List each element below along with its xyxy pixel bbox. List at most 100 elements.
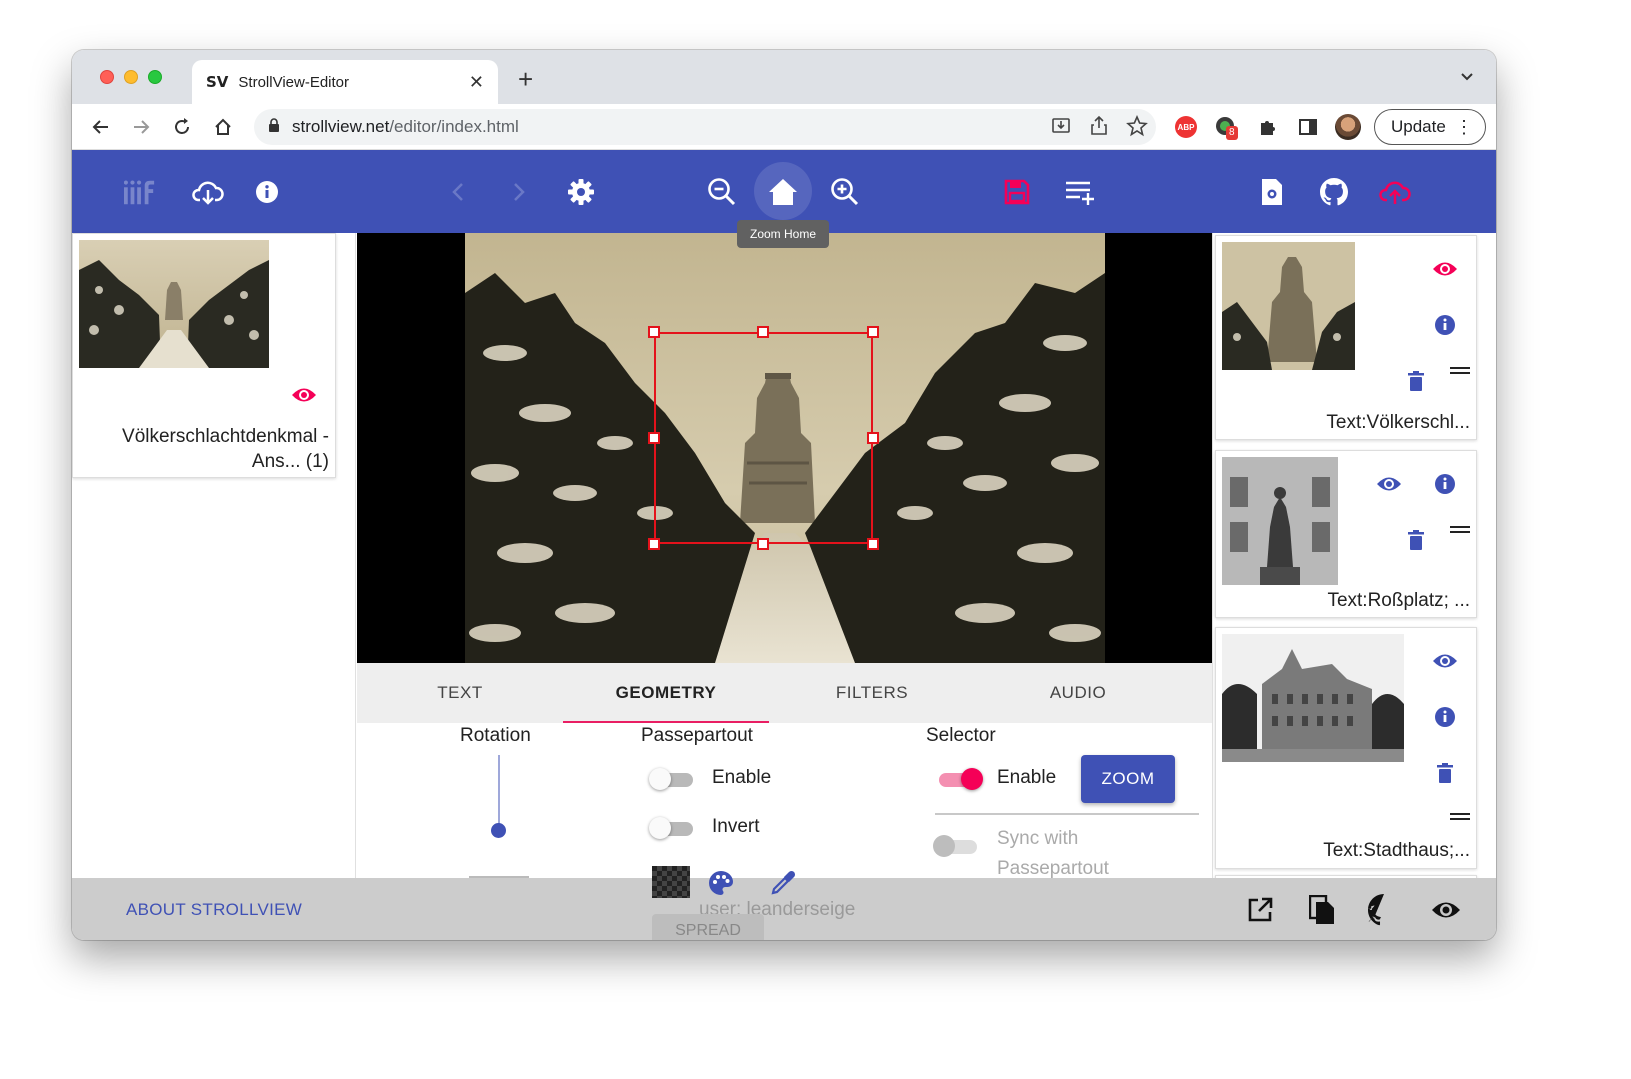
save-icon[interactable]: [1001, 176, 1033, 208]
delete-icon[interactable]: [1403, 368, 1429, 394]
text-list-panel: Text:Völkerschl... Text:Roßplatz; ... Te…: [1212, 233, 1496, 878]
home-nav-icon[interactable]: [210, 114, 236, 140]
close-window-button[interactable]: [100, 70, 114, 84]
spread-button[interactable]: SPREAD: [652, 914, 764, 940]
info-icon[interactable]: [1432, 704, 1458, 730]
text-card-label: Text:Stadthaus;...: [1323, 840, 1470, 861]
rotation-slider-thumb[interactable]: [491, 823, 506, 838]
visibility-eye-icon[interactable]: [1376, 471, 1402, 497]
passepartout-enable-label: Enable: [712, 767, 772, 788]
install-icon[interactable]: [1050, 115, 1072, 142]
extension-badge: 8: [1226, 126, 1238, 140]
tab-audio[interactable]: AUDIO: [975, 663, 1181, 723]
resize-handle[interactable]: [648, 538, 660, 550]
resize-handle[interactable]: [867, 432, 879, 444]
cloud-upload-icon[interactable]: [1379, 176, 1411, 208]
info-icon[interactable]: [1432, 312, 1458, 338]
playlist-add-icon[interactable]: [1063, 176, 1095, 208]
info-icon[interactable]: [1432, 471, 1458, 497]
settings-file-icon[interactable]: [1256, 176, 1288, 208]
resize-handle[interactable]: [648, 432, 660, 444]
share-icon[interactable]: [1088, 115, 1110, 142]
minimize-window-button[interactable]: [124, 70, 138, 84]
extension-colorful-icon[interactable]: 8: [1212, 113, 1240, 141]
github-icon[interactable]: [1318, 176, 1350, 208]
visibility-eye-icon[interactable]: [1432, 648, 1458, 674]
adblock-icon[interactable]: ABP: [1172, 113, 1200, 141]
zoom-home-tooltip: Zoom Home: [737, 220, 829, 248]
text-card[interactable]: Text:Völkerschl...: [1215, 235, 1477, 440]
zoom-button[interactable]: ZOOM: [1081, 755, 1175, 803]
delete-icon[interactable]: [1403, 527, 1429, 553]
resize-handle[interactable]: [757, 538, 769, 550]
text-card-thumbnail[interactable]: [1222, 457, 1338, 585]
settings-icon[interactable]: [565, 176, 597, 208]
reload-icon[interactable]: [169, 114, 195, 140]
sync-passepartout-label: Sync with Passepartout: [997, 828, 1109, 878]
image-title: Völkerschlachtdenkmal - Ans... (1): [122, 426, 329, 472]
tab-filters[interactable]: FILTERS: [769, 663, 975, 723]
more-vert-icon[interactable]: ⋮: [1455, 117, 1473, 138]
about-strollview-link[interactable]: ABOUT STROLLVIEW: [126, 900, 302, 920]
selector-box[interactable]: [648, 326, 879, 550]
info-icon[interactable]: [251, 176, 283, 208]
chevron-right-icon[interactable]: [503, 176, 535, 208]
visibility-eye-icon[interactable]: [1432, 256, 1458, 282]
visibility-eye-icon[interactable]: [291, 386, 317, 409]
drag-handle-icon[interactable]: [1450, 367, 1470, 374]
url-host: strollview.net: [292, 117, 390, 136]
selector-enable-toggle[interactable]: [935, 768, 983, 790]
zoom-out-icon[interactable]: [706, 176, 738, 208]
passepartout-invert-label: Invert: [712, 816, 760, 837]
image-thumbnail[interactable]: [79, 240, 269, 368]
new-tab-button[interactable]: +: [518, 64, 533, 95]
text-card-thumbnail[interactable]: [1222, 634, 1404, 762]
github-icon[interactable]: [1368, 894, 1400, 926]
image-card[interactable]: Völkerschlachtdenkmal - Ans... (1): [72, 233, 336, 478]
passepartout-enable-toggle[interactable]: [649, 768, 697, 790]
resize-handle[interactable]: [648, 326, 660, 338]
tab-text[interactable]: TEXT: [357, 663, 563, 723]
puzzle-extensions-icon[interactable]: [1254, 113, 1282, 141]
home-icon[interactable]: [767, 176, 799, 208]
passepartout-title: Passepartout: [641, 725, 753, 746]
zoom-in-icon[interactable]: [829, 176, 861, 208]
drag-handle-icon[interactable]: [1450, 813, 1470, 820]
maximize-window-button[interactable]: [148, 70, 162, 84]
passepartout-invert-toggle[interactable]: [649, 817, 697, 839]
text-card[interactable]: Text:Stadthaus;...: [1215, 627, 1477, 869]
cloud-download-icon[interactable]: [192, 176, 224, 208]
url-path: /editor/index.html: [389, 117, 519, 136]
resize-handle[interactable]: [757, 326, 769, 338]
tab-close-icon[interactable]: ✕: [469, 72, 484, 93]
bookmark-star-icon[interactable]: [1126, 114, 1148, 142]
chevron-left-icon[interactable]: [442, 176, 474, 208]
profile-avatar[interactable]: [1334, 113, 1362, 141]
update-label: Update: [1391, 117, 1446, 136]
side-panel-icon[interactable]: [1294, 113, 1322, 141]
image-viewer[interactable]: [357, 233, 1212, 663]
back-icon[interactable]: [88, 114, 114, 140]
resize-handle[interactable]: [867, 538, 879, 550]
text-card-thumbnail[interactable]: [1222, 242, 1355, 370]
update-button[interactable]: Update ⋮: [1374, 109, 1486, 145]
browser-tab[interactable]: SV StrollView-Editor ✕: [192, 60, 498, 104]
tab-geometry[interactable]: GEOMETRY: [563, 663, 769, 723]
text-card-label: Text:Völkerschl...: [1326, 412, 1470, 433]
sync-passepartout-toggle[interactable]: [933, 835, 981, 857]
tab-search-chevron-icon[interactable]: [1460, 70, 1474, 89]
resize-handle[interactable]: [867, 326, 879, 338]
delete-icon[interactable]: [1432, 760, 1458, 786]
rotation-slider-track[interactable]: [498, 755, 500, 830]
passepartout-color-swatch[interactable]: [652, 866, 690, 898]
preview-eye-icon[interactable]: [1430, 894, 1462, 926]
text-card[interactable]: Text:Roßplatz; ...: [1215, 450, 1477, 618]
copy-file-icon[interactable]: [1306, 894, 1338, 926]
forward-icon[interactable]: [128, 114, 154, 140]
address-bar[interactable]: strollview.net/editor/index.html: [254, 109, 1156, 145]
open-external-icon[interactable]: [1244, 894, 1276, 926]
color-picker-icon[interactable]: [770, 870, 796, 901]
iiif-icon[interactable]: [124, 176, 156, 208]
palette-icon[interactable]: [708, 870, 734, 901]
drag-handle-icon[interactable]: [1450, 526, 1470, 533]
